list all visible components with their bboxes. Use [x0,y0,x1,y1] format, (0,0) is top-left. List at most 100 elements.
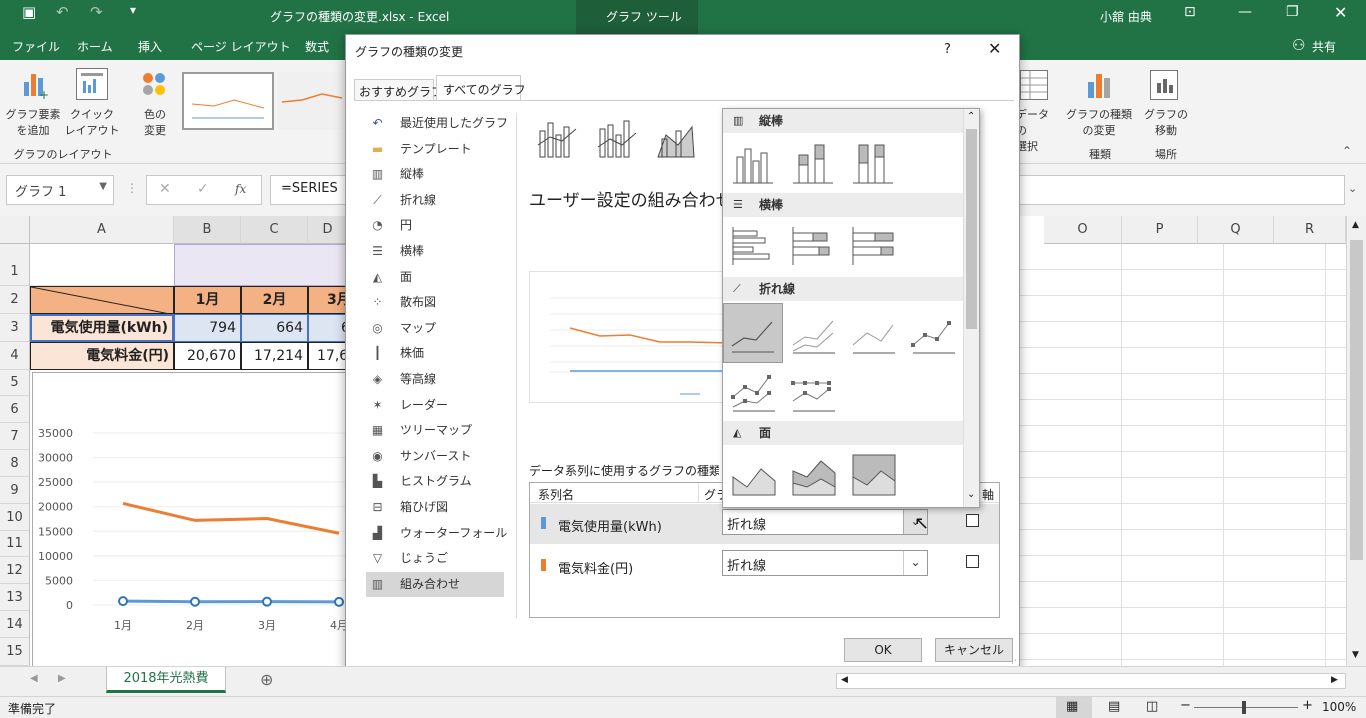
category-scatter-chart[interactable]: ⁘ 散布図 [370,290,504,315]
save-icon[interactable]: ▣ [22,3,36,21]
row-header-3[interactable]: 3 [0,314,30,342]
undo-icon[interactable]: ↶ [56,3,69,21]
scroll-up-icon[interactable]: ⌃ [967,111,975,122]
add-sheet-icon[interactable]: ⊕ [260,670,273,689]
thumb-100-stacked-column[interactable] [845,135,901,191]
row-header-15[interactable]: 15 [0,638,30,666]
category-folder[interactable]: ▬ テンプレート [370,137,504,162]
qat-customize-icon[interactable]: ▾ [130,3,136,17]
scroll-right-icon[interactable]: ▶ [1331,675,1338,685]
row-header-8[interactable]: 8 [0,450,30,477]
name-box[interactable]: グラフ 1 ▼ [6,175,114,205]
chart-style-1[interactable] [182,72,274,130]
thumb-100-stacked-bar[interactable] [845,219,901,275]
row-header-1[interactable]: 1 [0,244,30,286]
thumb-stacked-area[interactable] [785,447,841,503]
category-waterfall[interactable]: ▟ ウォーターフォール [370,521,507,546]
tab-page-layout[interactable]: ページ レイアウト [191,38,291,55]
zoom-level[interactable]: 100% [1322,700,1356,714]
select-data-icon[interactable] [1020,70,1048,100]
category-sunburst[interactable]: ◉ サンバースト [370,444,504,469]
row-header-6[interactable]: 6 [0,396,30,423]
category-treemap[interactable]: ▦ ツリーマップ [370,418,504,443]
col-header-o[interactable]: O [1044,216,1122,244]
enter-icon[interactable]: ✓ [197,181,209,197]
tab-formulas[interactable]: 数式 [305,38,329,55]
function-icon[interactable]: fx [235,182,246,196]
cell-d2-month[interactable]: 3月 [308,286,348,314]
row-header-4[interactable]: 4 [0,342,30,370]
subtype-secondary-combo[interactable] [597,120,637,158]
cell-c2-month[interactable]: 2月 [241,286,308,314]
horizontal-scrollbar[interactable]: ◀ ▶ [836,673,1346,689]
scroll-left-icon[interactable]: ◀ [841,675,848,685]
change-chart-type-icon[interactable] [1086,70,1114,100]
page-break-view-icon[interactable]: ◫ [1146,699,1158,714]
subtype-area-combo[interactable] [657,125,695,158]
scroll-thumb[interactable] [966,129,977,329]
sheet-next-icon[interactable]: ▶ [58,673,66,684]
thumb-clustered-bar[interactable] [725,219,781,275]
cell-d4[interactable]: 17,6 [308,342,348,370]
help-button[interactable]: ? [944,42,951,57]
cell-c3[interactable]: 664 [241,314,308,342]
sheet-prev-icon[interactable]: ◀ [30,673,38,684]
cancel-button[interactable]: キャンセル [935,638,1013,662]
restore-icon[interactable]: ❐ [1286,4,1299,20]
cell-b1-range[interactable] [174,244,348,286]
chevron-down-icon[interactable]: ▼ [99,181,107,192]
category-line-chart[interactable]: ⟋ 折れ線 [370,188,504,213]
chevron-down-icon[interactable]: ⌄ [903,551,927,575]
thumb-clustered-column[interactable] [725,135,781,191]
normal-view-icon[interactable]: ▦ [1066,699,1078,714]
thumb-100-stacked-line-markers[interactable] [785,363,841,419]
thumb-stacked-line[interactable] [785,305,841,361]
cancel-icon[interactable]: ✕ [159,181,171,197]
cell-c4[interactable]: 17,214 [241,342,308,370]
col-header-a[interactable]: A [30,216,174,244]
scroll-down-icon[interactable]: ▼ [1352,650,1359,660]
share-button[interactable]: 共有 [1312,38,1336,55]
collapse-ribbon-icon[interactable]: ⌃ [1342,144,1352,158]
secondary-axis-checkbox-1[interactable] [966,514,979,527]
category-area-chart[interactable]: ◭ 面 [370,265,504,290]
col-header-p[interactable]: P [1122,216,1198,244]
col-header-q[interactable]: Q [1198,216,1274,244]
row-header-10[interactable]: 10 [0,504,30,531]
thumb-stacked-column[interactable] [785,135,841,191]
category-map-chart[interactable]: ◎ マップ [370,316,504,341]
scroll-up-icon[interactable]: ▲ [1352,220,1359,230]
row-header-11[interactable]: 11 [0,531,30,557]
add-chart-element-icon[interactable]: + [22,68,49,102]
zoom-in-icon[interactable]: + [1302,698,1313,713]
zoom-slider-thumb[interactable] [1242,701,1246,714]
ribbon-display-icon[interactable]: ⊡ [1184,4,1196,20]
cell-b4[interactable]: 20,670 [174,342,241,370]
thumb-line-markers[interactable] [905,305,961,361]
thumb-100-stacked-area[interactable] [845,447,901,503]
thumb-stacked-line-markers[interactable] [725,363,781,419]
row-header-9[interactable]: 9 [0,477,30,504]
tab-home[interactable]: ホーム [77,38,113,55]
cell-a3-label[interactable]: 電気使用量(kWh) [30,314,174,342]
subtype-clustered-combo[interactable] [537,122,577,158]
tab-recommended[interactable]: おすすめグラフ [354,79,443,101]
thumb-stacked-bar[interactable] [785,219,841,275]
row-header-13[interactable]: 13 [0,584,30,611]
scroll-down-icon[interactable]: ⌄ [967,489,975,500]
category-pie-chart[interactable]: ◔ 円 [370,213,504,238]
category-box-whisker[interactable]: ⊟ 箱ひげ図 [370,495,504,520]
vertical-scrollbar[interactable]: ▲ ▼ [1346,216,1366,666]
thumb-100-stacked-line[interactable] [845,305,901,361]
category-stock-chart[interactable]: ┃ 株価 [370,341,504,366]
row-header-12[interactable]: 12 [0,557,30,584]
series-type-select-2[interactable]: 折れ線 ⌄ [722,550,928,576]
row-header-7[interactable]: 7 [0,423,30,450]
cell-a4-label[interactable]: 電気料金(円) [30,342,174,370]
change-chart-type-button[interactable]: グラフの種類 の変更 [1062,106,1136,138]
category-radar-chart[interactable]: ✶ レーダー [370,393,504,418]
category-column-chart[interactable]: ▥ 縦棒 [370,162,504,187]
col-header-d[interactable]: D [308,216,348,244]
grid-right[interactable] [1020,244,1346,666]
quick-layout-icon[interactable] [76,68,108,100]
